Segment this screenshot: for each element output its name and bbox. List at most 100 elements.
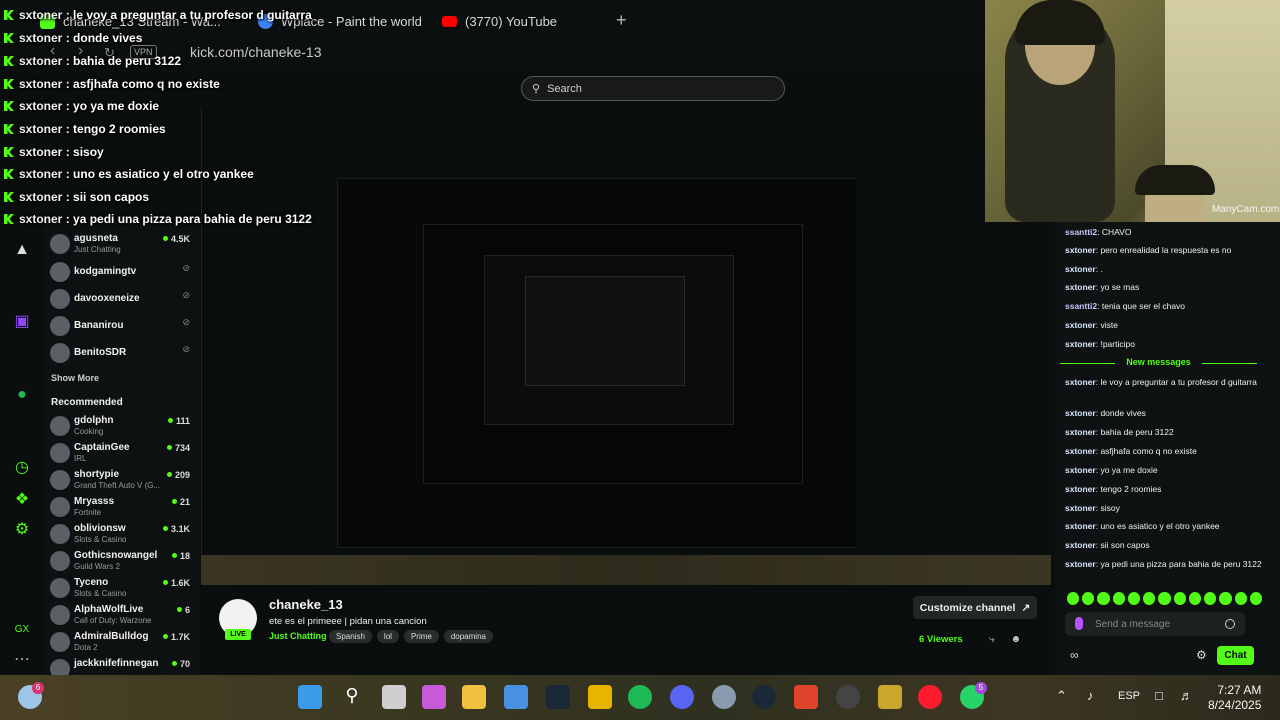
ea-icon[interactable] <box>794 685 818 709</box>
copilot-icon[interactable] <box>422 685 446 709</box>
recommended-channel[interactable]: oblivionsw Slots & Casino 3.1K <box>50 522 198 548</box>
emote-icon[interactable] <box>1204 592 1217 605</box>
webcam-person-2-hair <box>1135 165 1215 195</box>
recommended-channel[interactable]: CaptainGee IRL 734 <box>50 441 198 467</box>
tray-chevron-icon[interactable]: ⌃ <box>1056 688 1067 704</box>
recommended-channel[interactable]: gdolphn Cooking 111 <box>50 414 198 440</box>
infinity-icon[interactable]: ∞ <box>1070 648 1079 662</box>
chat-username[interactable]: sxtoner <box>1065 245 1096 255</box>
chat-username[interactable]: sxtoner <box>1065 446 1096 456</box>
emote-icon[interactable] <box>1188 592 1202 605</box>
chat-message: sxtoner: !participo <box>1065 339 1135 349</box>
emote-icon[interactable] <box>1082 592 1095 605</box>
avatar <box>50 262 70 282</box>
recommended-channel[interactable]: shortypie Grand Theft Auto V (G... 209 <box>50 468 198 494</box>
chat-text: bahia de peru 3122 <box>1100 427 1174 437</box>
following-channel[interactable]: davooxeneize ⊘ <box>50 287 198 313</box>
tag[interactable]: dopamina <box>443 630 493 643</box>
language-indicator[interactable]: ESP <box>1118 690 1140 702</box>
riot-icon[interactable] <box>836 685 860 709</box>
tag[interactable]: lol <box>376 630 399 643</box>
extensions-icon[interactable]: ❖ <box>12 490 32 510</box>
chat-send-button[interactable]: Chat <box>1217 646 1254 665</box>
chat-username[interactable]: sxtoner <box>1065 503 1096 513</box>
app-icon[interactable] <box>588 685 612 709</box>
settings-icon[interactable] <box>712 685 736 709</box>
overlay-message: le voy a preguntar a tu profesor d guita… <box>73 8 312 22</box>
following-channel[interactable]: BenitoSDR ⊘ <box>50 341 198 367</box>
emote-icon[interactable] <box>1143 592 1156 605</box>
emote-icon[interactable] <box>1127 592 1141 605</box>
discord-icon[interactable] <box>670 685 694 709</box>
chat-username[interactable]: sxtoner <box>1065 484 1096 494</box>
mic-icon[interactable] <box>1075 617 1083 630</box>
following-channel[interactable]: kodgamingtv ⊘ <box>50 260 198 286</box>
more-icon[interactable]: ⋯ <box>12 650 32 670</box>
following-channel[interactable]: agusneta Just Chatting 4.5K <box>50 232 198 258</box>
chat-username[interactable]: sxtoner <box>1065 521 1096 531</box>
chat-username[interactable]: sxtoner <box>1065 540 1096 550</box>
file-explorer-icon[interactable] <box>462 685 486 709</box>
new-messages-divider: New messages <box>1060 357 1257 369</box>
start-icon[interactable] <box>298 685 322 709</box>
gx-icon[interactable]: GX <box>12 620 32 640</box>
store-icon[interactable] <box>504 685 528 709</box>
chat-username[interactable]: sxtoner <box>1065 465 1096 475</box>
chat-username[interactable]: ssantti2 <box>1065 227 1097 237</box>
tag[interactable]: Prime <box>403 630 439 643</box>
chat-username[interactable]: sxtoner <box>1065 427 1096 437</box>
following-channel[interactable]: Bananirou ⊘ <box>50 314 198 340</box>
recommended-channel[interactable]: Gothicsnowangel Guild Wars 2 18 <box>50 549 198 575</box>
opera-gx-icon[interactable] <box>918 685 942 709</box>
lol-icon[interactable] <box>878 685 902 709</box>
history-icon[interactable]: ◷ <box>12 458 32 478</box>
recommended-channel[interactable]: jackknifefinnegan 70 <box>50 657 198 675</box>
arc-icon[interactable]: ▲ <box>12 240 32 260</box>
recommended-channel[interactable]: AlphaWolfLive Call of Duty: Warzone 6 <box>50 603 198 629</box>
chat-message-input[interactable]: Send a message <box>1065 612 1245 636</box>
channel-name[interactable]: chaneke_13 <box>269 597 343 612</box>
chat-message: sxtoner: tengo 2 roomies <box>1065 484 1162 494</box>
show-more-link[interactable]: Show More <box>51 373 99 383</box>
spotify-icon[interactable]: ● <box>12 385 32 405</box>
system-clock[interactable]: 7:27 AM 8/24/2025 <box>1208 683 1261 713</box>
emote-icon[interactable] <box>1249 592 1263 605</box>
search-icon[interactable]: ⚲ <box>340 685 364 709</box>
recommended-channel[interactable]: AdmiralBulldog Dota 2 1.7K <box>50 630 198 656</box>
steam-icon[interactable] <box>752 685 776 709</box>
chat-settings-icon[interactable]: ⚙ <box>1196 648 1207 662</box>
user-icon[interactable]: ☻ <box>1011 634 1038 645</box>
recommended-channel[interactable]: Mryasss Fortnite 21 <box>50 495 198 521</box>
microphone-icon[interactable]: ♪ <box>1087 688 1094 703</box>
network-icon[interactable]: □ <box>1155 688 1163 703</box>
emote-icon[interactable] <box>1158 592 1171 605</box>
chat-username[interactable]: sxtoner <box>1065 559 1096 569</box>
chat-username[interactable]: sxtoner <box>1065 264 1096 274</box>
nested-screen <box>525 276 685 386</box>
emote-icon[interactable] <box>1097 592 1110 605</box>
volume-icon[interactable]: ♬ <box>1180 688 1193 703</box>
chat-username[interactable]: sxtoner <box>1065 408 1096 418</box>
emote-icon[interactable] <box>1173 592 1186 605</box>
chat-username[interactable]: sxtoner <box>1065 282 1096 292</box>
stream-category[interactable]: Just Chatting <box>269 631 327 641</box>
chat-username[interactable]: sxtoner <box>1065 377 1096 387</box>
emote-icon[interactable] <box>1112 592 1125 605</box>
emote-icon[interactable] <box>1219 592 1232 605</box>
chat-username[interactable]: sxtoner <box>1065 339 1096 349</box>
emote-icon[interactable] <box>1067 592 1080 605</box>
spotify-icon[interactable] <box>628 685 652 709</box>
chat-username[interactable]: sxtoner <box>1065 320 1096 330</box>
tag[interactable]: Spanish <box>329 630 372 643</box>
share-icon[interactable]: ⤷ <box>989 634 1011 645</box>
settings-icon[interactable]: ⚙ <box>12 520 32 540</box>
customize-channel-button[interactable]: Customize channel ↗ <box>913 596 1037 619</box>
chat-username[interactable]: ssantti2 <box>1065 301 1097 311</box>
emote-icon[interactable] <box>1234 592 1247 605</box>
emoji-icon[interactable] <box>1225 619 1235 629</box>
recommended-channel[interactable]: Tyceno Slots & Casino 1.6K <box>50 576 198 602</box>
task-view-icon[interactable] <box>382 685 406 709</box>
steam-icon[interactable] <box>546 685 570 709</box>
channel-avatar[interactable]: LIVE <box>219 599 257 640</box>
twitch-icon[interactable]: ▣ <box>12 312 32 332</box>
